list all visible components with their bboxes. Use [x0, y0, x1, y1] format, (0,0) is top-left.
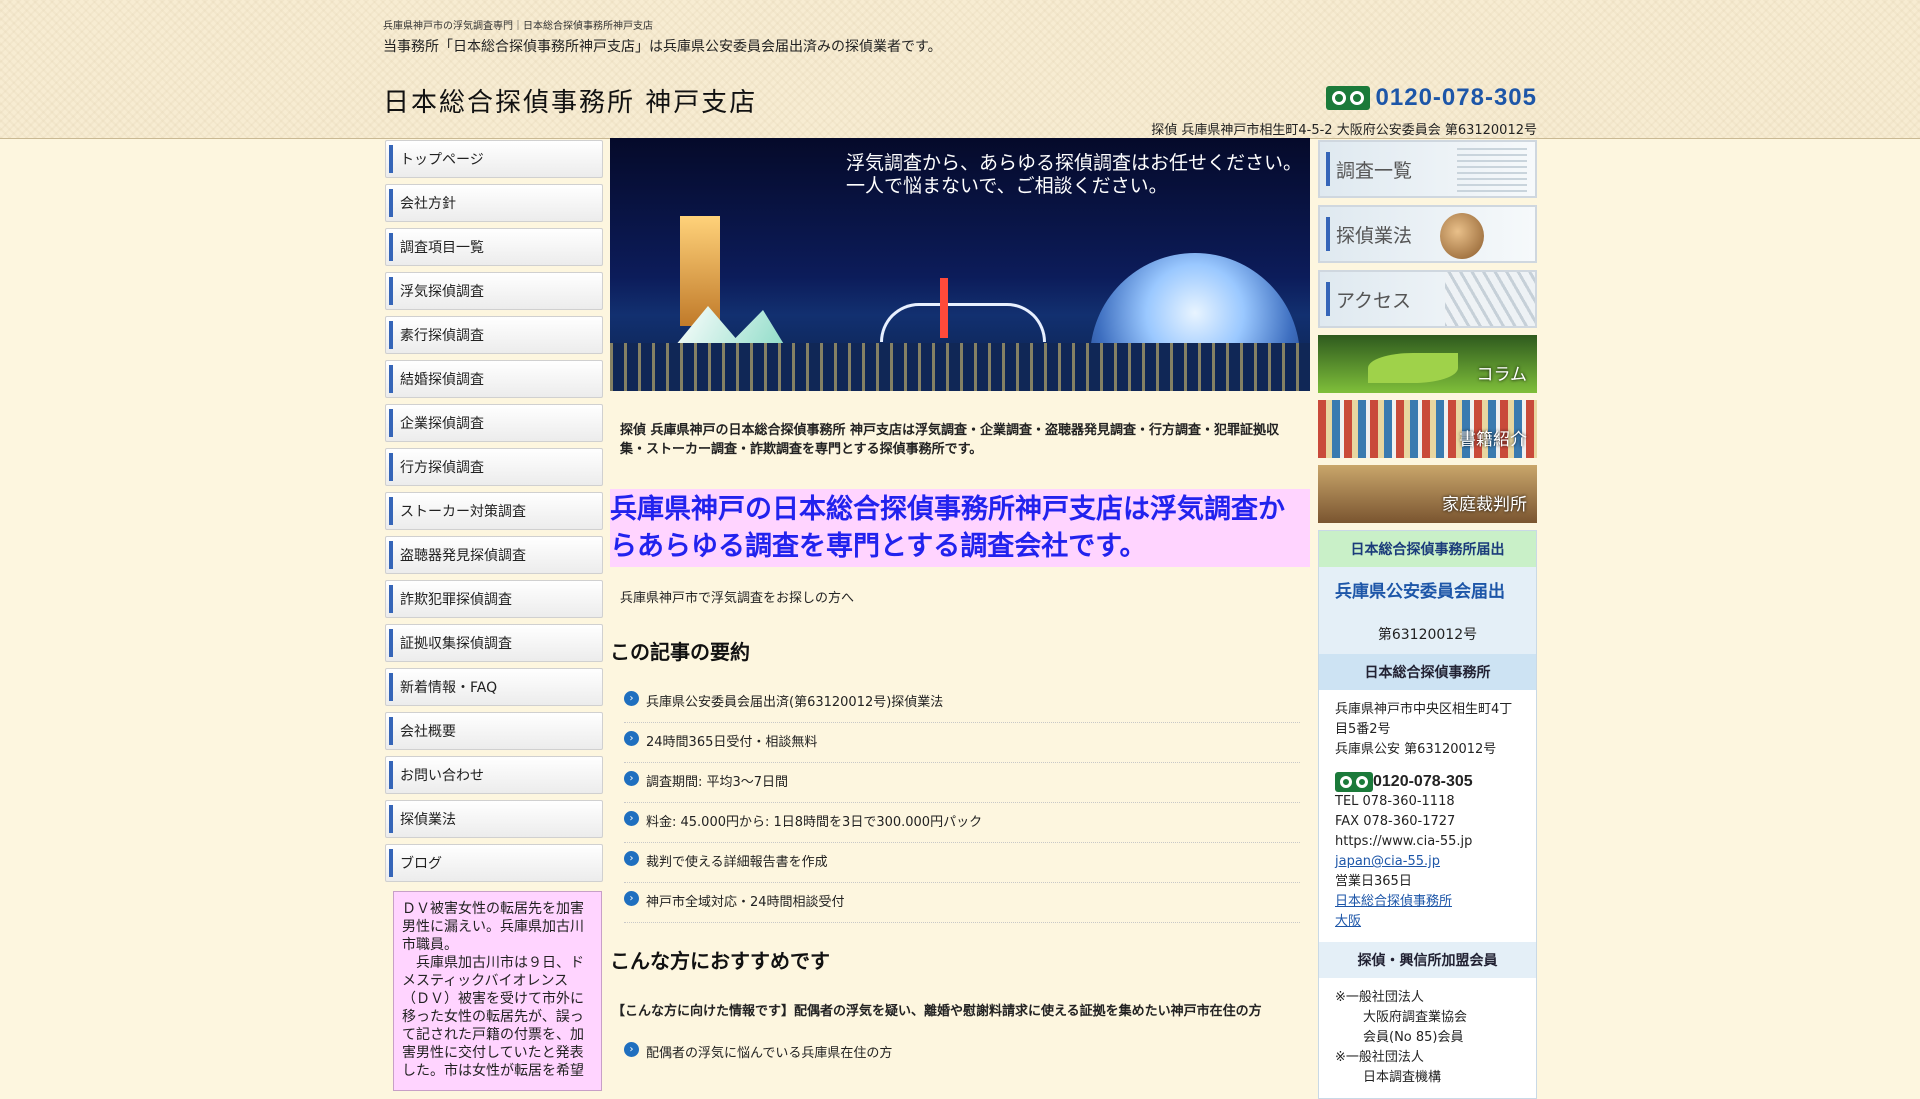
hero-caption-line-1: 浮気調査から、あらゆる探偵調査はお任せください。 [845, 152, 1302, 174]
member-details: ※一般社団法人 大阪府調査業協会 会員(No 85)会員 ※一般社団法人 日本調… [1323, 978, 1532, 1098]
office-head: 日本総合探偵事務所 [1319, 654, 1536, 690]
intro-text: 探偵 兵庫県神戸の日本総合探偵事務所 神戸支店は浮気調査・企業調査・盗聴器発見調… [620, 423, 1280, 457]
nav-item-news-faq[interactable]: 新着情報・FAQ [385, 668, 603, 706]
detective-owl-icon [1440, 213, 1484, 259]
left-navigation: トップページ 会社方針 調査項目一覧 浮気探偵調査 素行探偵調査 結婚探偵調査 … [385, 140, 603, 888]
nav-item-evidence[interactable]: 証拠収集探偵調査 [385, 624, 603, 662]
site-title[interactable]: 日本総合探偵事務所 神戸支店 [383, 82, 757, 119]
chevron-right-icon: › [624, 691, 639, 706]
nav-item-missing-person[interactable]: 行方探偵調査 [385, 448, 603, 486]
header-tagline: 兵庫県神戸市の浮気調査専門｜日本総合探偵事務所神戸支店 [383, 21, 653, 32]
member-head: 探偵・興信所加盟会員 [1319, 942, 1536, 978]
list-item: › 兵庫県公安委員会届出済(第63120012号)探偵業法 [624, 683, 1300, 723]
chevron-right-icon: › [624, 891, 639, 906]
chevron-right-icon: › [624, 811, 639, 826]
registration-head: 日本総合探偵事務所届出 [1319, 531, 1536, 567]
recommend-title: こんな方におすすめです [610, 949, 830, 973]
nav-item-conduct[interactable]: 素行探偵調査 [385, 316, 603, 354]
hero-caption-line-2: 一人で悩まないで、ご相談ください。 [845, 175, 1168, 197]
sub-text: 兵庫県神戸市で浮気調査をお探しの方へ [620, 591, 855, 606]
list-item: › 調査期間: 平均3～7日間 [624, 763, 1300, 803]
office-tel: TEL 078-360-1118 [1335, 794, 1455, 809]
registration-title: 兵庫県公安委員会届出 [1335, 582, 1505, 602]
hero-image: 浮気調査から、あらゆる探偵調査はお任せください。 一人で悩まないで、ご相談くださ… [610, 138, 1310, 391]
banner-access[interactable]: アクセス [1318, 270, 1537, 328]
recommend-list: › 配偶者の浮気に悩んでいる兵庫県在住の方 [624, 1034, 1300, 1073]
nav-item-fraud[interactable]: 詐欺犯罪探偵調査 [385, 580, 603, 618]
office-address: 兵庫県神戸市中央区相生町4丁目5番2号 [1335, 702, 1513, 737]
member-1-number: 会員(No 85)会員 [1363, 1030, 1464, 1045]
nav-item-blog[interactable]: ブログ [385, 844, 603, 882]
office-url: https://www.cia-55.jp [1335, 834, 1473, 849]
nav-item-policy[interactable]: 会社方針 [385, 184, 603, 222]
header-phone-number[interactable]: 0120-078-305 [1376, 84, 1537, 112]
banner-investigation-list[interactable]: 調査一覧 [1318, 140, 1537, 198]
header-address: 探偵 兵庫県神戸市相生町4-5-2 大阪府公安委員会 第63120012号 [1151, 123, 1537, 138]
office-phone[interactable]: 0120-078-305 [1335, 772, 1520, 792]
list-item: › 裁判で使える詳細報告書を作成 [624, 843, 1300, 883]
chevron-right-icon: › [624, 731, 639, 746]
registration-body: 兵庫県公安委員会届出 第63120012号 [1319, 567, 1536, 654]
summary-list: › 兵庫県公安委員会届出済(第63120012号)探偵業法 › 24時間365日受付… [624, 683, 1300, 923]
freedial-icon [1335, 772, 1373, 792]
nav-item-top[interactable]: トップページ [385, 140, 603, 178]
harbor-water [610, 343, 1310, 391]
chevron-right-icon: › [624, 1042, 639, 1057]
banner-detective-law[interactable]: 探偵業法 [1318, 205, 1537, 263]
link-osaka[interactable]: 大阪 [1335, 912, 1520, 932]
list-item: › 配偶者の浮気に悩んでいる兵庫県在住の方 [624, 1034, 1300, 1073]
news-notice: ＤＶ被害女性の転居先を加害男性に漏えい。兵庫県加古川市職員。 兵庫県加古川市は９… [393, 891, 602, 1091]
main-content: 浮気調査から、あらゆる探偵調査はお任せください。 一人で悩まないで、ご相談くださ… [610, 138, 1310, 1073]
banner-column[interactable]: コラム [1318, 335, 1537, 393]
nav-item-stalker[interactable]: ストーカー対策調査 [385, 492, 603, 530]
hero-caption: 浮気調査から、あらゆる探偵調査はお任せください。 一人で悩まないで、ご相談くださ… [846, 152, 1302, 198]
freedial-icon [1325, 86, 1370, 110]
bridge-shape [880, 303, 1046, 342]
office-email-link[interactable]: japan@cia-55.jp [1335, 852, 1520, 872]
chevron-right-icon: › [624, 771, 639, 786]
hotel-tower-shape [680, 216, 720, 326]
header-phone[interactable]: 0120-078-305 [1325, 84, 1537, 112]
member-2-type: ※一般社団法人 [1335, 1050, 1424, 1065]
nav-item-bug-detection[interactable]: 盗聴器発見探偵調査 [385, 536, 603, 574]
recommend-intro: 【こんな方に向けた情報です】配偶者の浮気を疑い、離婚や慰謝料請求に使える証拠を集… [612, 1004, 1262, 1019]
nav-item-corporate[interactable]: 企業探偵調査 [385, 404, 603, 442]
list-item: › 料金: 45.000円から: 1日8時間を3日で300.000円パック [624, 803, 1300, 843]
banner-books[interactable]: 書籍紹介 [1318, 400, 1537, 458]
summary-title: この記事の要約 [610, 640, 750, 664]
link-main-office[interactable]: 日本総合探偵事務所 [1335, 892, 1520, 912]
registration-number: 第63120012号 [1377, 627, 1478, 643]
nav-item-company[interactable]: 会社概要 [385, 712, 603, 750]
nav-item-marriage[interactable]: 結婚探偵調査 [385, 360, 603, 398]
right-sidebar: 調査一覧 探偵業法 アクセス コラム 書籍紹介 家庭裁判所 日本総合探偵事務所届… [1318, 140, 1537, 1099]
site-header: 兵庫県神戸市の浮気調査専門｜日本総合探偵事務所神戸支店 当事務所「日本総合探偵事… [0, 0, 1920, 139]
chevron-right-icon: › [624, 851, 639, 866]
member-2-link[interactable]: 日本調査機構 [1335, 1068, 1520, 1088]
business-days: 営業日365日 [1335, 874, 1412, 889]
port-tower-shape [940, 278, 948, 338]
nav-item-contact[interactable]: お問い合わせ [385, 756, 603, 794]
office-details: 兵庫県神戸市中央区相生町4丁目5番2号 兵庫県公安 第63120012号 012… [1323, 690, 1532, 942]
office-license: 兵庫県公安 第63120012号 [1335, 742, 1497, 757]
header-description: 当事務所「日本総合探偵事務所神戸支店」は兵庫県公安委員会届出済みの探偵業者です。 [383, 39, 942, 55]
registration-box: 日本総合探偵事務所届出 兵庫県公安委員会届出 第63120012号 日本総合探偵… [1318, 530, 1537, 1099]
member-1-link[interactable]: 大阪府調査業協会 [1335, 1008, 1520, 1028]
member-1-type: ※一般社団法人 [1335, 990, 1424, 1005]
list-item: › 24時間365日受付・相談無料 [624, 723, 1300, 763]
nav-item-detective-law[interactable]: 探偵業法 [385, 800, 603, 838]
nav-item-infidelity[interactable]: 浮気探偵調査 [385, 272, 603, 310]
office-fax: FAX 078-360-1727 [1335, 814, 1456, 829]
list-item: › 神戸市全域対応・24時間相談受付 [624, 883, 1300, 923]
banner-family-court[interactable]: 家庭裁判所 [1318, 465, 1537, 523]
nav-item-investigation-list[interactable]: 調査項目一覧 [385, 228, 603, 266]
headline: 兵庫県神戸の日本総合探偵事務所神戸支店は浮気調査からあらゆる調査を専門とする調査… [610, 489, 1310, 567]
